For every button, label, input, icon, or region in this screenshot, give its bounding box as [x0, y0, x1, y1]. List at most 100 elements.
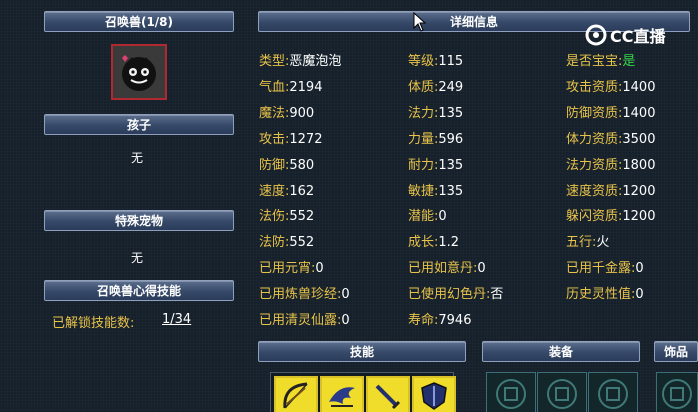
skill-slot-4[interactable] [412, 376, 456, 412]
detail-header-label: 详细信息 [449, 15, 498, 29]
skill-slot-1[interactable] [274, 376, 318, 412]
stat-value: 162 [289, 184, 315, 199]
stat-label: 已用清灵仙露: [259, 313, 342, 328]
stat-col2-row: 耐力:135 [408, 154, 463, 173]
stat-value: 552 [289, 209, 315, 224]
stat-label: 攻击资质: [566, 80, 623, 95]
stat-label: 体力资质: [566, 132, 623, 147]
special-pet-value: 无 [131, 251, 144, 265]
stat-col1-row: 已用元宵:0 [259, 257, 324, 276]
stat-label: 类型: [259, 54, 290, 69]
stat-col3-row: 已用千金露:0 [566, 257, 644, 276]
stat-value: 596 [438, 132, 464, 147]
equip-coin-icon [547, 379, 577, 409]
stat-value: 0 [477, 261, 486, 276]
stat-value: 249 [438, 80, 464, 95]
stat-label: 速度资质: [566, 184, 623, 199]
stat-label: 潜能: [408, 209, 439, 224]
accessory-slot-1[interactable] [656, 372, 698, 412]
bow-skill-icon [283, 382, 308, 409]
stat-label: 已用千金露: [566, 261, 636, 276]
accessory-header: 饰品 [654, 341, 698, 362]
children-header-label: 孩子 [126, 118, 151, 132]
stat-col1-row: 速度:162 [259, 180, 314, 199]
equip-slot-3[interactable] [588, 372, 638, 412]
equip-slot-2[interactable] [537, 372, 587, 412]
stat-col3-row: 法力资质:1800 [566, 154, 655, 173]
special-pet-header: 特殊宠物 [44, 210, 234, 231]
skill-slot-2[interactable] [320, 376, 364, 412]
stat-value: 1800 [622, 158, 656, 173]
stat-value: 是 [622, 54, 636, 69]
stat-value: 580 [289, 158, 315, 173]
stat-label: 已使用幻色丹: [408, 287, 491, 302]
stat-col3-row: 攻击资质:1400 [566, 76, 655, 95]
stat-value: 0 [341, 287, 350, 302]
stat-value: 2194 [289, 80, 323, 95]
stat-label: 敏捷: [408, 184, 439, 199]
stat-col2-row: 敏捷:135 [408, 180, 463, 199]
skills-header-label: 技能 [349, 345, 374, 359]
stat-col3-row: 历史灵性值:0 [566, 283, 644, 302]
stat-col2-row: 已使用幻色丹:否 [408, 283, 503, 302]
stat-col3-row: 速度资质:1200 [566, 180, 655, 199]
stat-value: 135 [438, 106, 464, 121]
stat-col1-row: 魔法:900 [259, 102, 314, 121]
sword-skill-icon [375, 384, 401, 410]
stat-label: 力量: [408, 132, 439, 147]
stat-label: 法力: [408, 106, 439, 121]
unlocked-skills-label: 已解锁技能数: [52, 316, 135, 331]
shield-skill-icon [421, 382, 447, 410]
stat-value: 1272 [289, 132, 323, 147]
stat-value: 3500 [622, 132, 656, 147]
stat-label: 速度: [259, 184, 290, 199]
pet-skill-insight-header: 召唤兽心得技能 [44, 280, 234, 301]
stat-value: 1400 [622, 106, 656, 121]
equip-coin-icon [496, 379, 526, 409]
stat-label: 寿命: [408, 313, 439, 328]
stat-value: 552 [289, 235, 315, 250]
stat-value: 7946 [438, 313, 472, 328]
pet-avatar[interactable] [111, 44, 167, 100]
stat-label: 已用元宵: [259, 261, 316, 276]
wing-skill-icon [329, 387, 355, 407]
stat-col2-row: 法力:135 [408, 102, 463, 121]
stat-value: 1.2 [438, 235, 460, 250]
stat-col1-row: 法防:552 [259, 231, 314, 250]
stat-value: 135 [438, 184, 464, 199]
stat-label: 是否宝宝: [566, 54, 623, 69]
equip-slot-1[interactable] [486, 372, 536, 412]
stat-value: 0 [315, 261, 324, 276]
children-header: 孩子 [44, 114, 234, 135]
stat-label: 攻击: [259, 132, 290, 147]
stat-col2-row: 力量:596 [408, 128, 463, 147]
stat-label: 法防: [259, 235, 290, 250]
stat-col3-row: 是否宝宝:是 [566, 50, 635, 69]
stat-col3-row: 防御资质:1400 [566, 102, 655, 121]
stat-value: 900 [289, 106, 315, 121]
stat-label: 已用炼兽珍经: [259, 287, 342, 302]
children-value: 无 [131, 151, 144, 165]
stat-col1-row: 类型:恶魔泡泡 [259, 50, 341, 69]
stat-value: 恶魔泡泡 [289, 54, 342, 69]
stat-label: 体质: [408, 80, 439, 95]
stat-value: 否 [490, 287, 504, 302]
stat-col2-row: 潜能:0 [408, 205, 447, 224]
stat-value: 0 [635, 261, 644, 276]
cc-live-logo: CC直播 [585, 23, 666, 47]
stat-label: 历史灵性值: [566, 287, 636, 302]
stat-value: 1400 [622, 80, 656, 95]
pet-avatar-icon [122, 55, 156, 91]
pet-list-header: 召唤兽(1/8) [44, 11, 234, 32]
skills-header: 技能 [258, 341, 466, 362]
stat-col2-row: 寿命:7946 [408, 309, 471, 328]
stat-label: 防御: [259, 158, 290, 173]
pet-skill-insight-header-label: 召唤兽心得技能 [96, 284, 181, 298]
unlocked-skills-value[interactable]: 1/34 [162, 312, 191, 327]
cc-logo-icon [585, 24, 607, 46]
skill-slot-3[interactable] [366, 376, 410, 412]
stat-col1-row: 已用炼兽珍经:0 [259, 283, 350, 302]
stat-col3-row: 躲闪资质:1200 [566, 205, 655, 224]
stat-label: 已用如意丹: [408, 261, 478, 276]
stat-label: 等级: [408, 54, 439, 69]
